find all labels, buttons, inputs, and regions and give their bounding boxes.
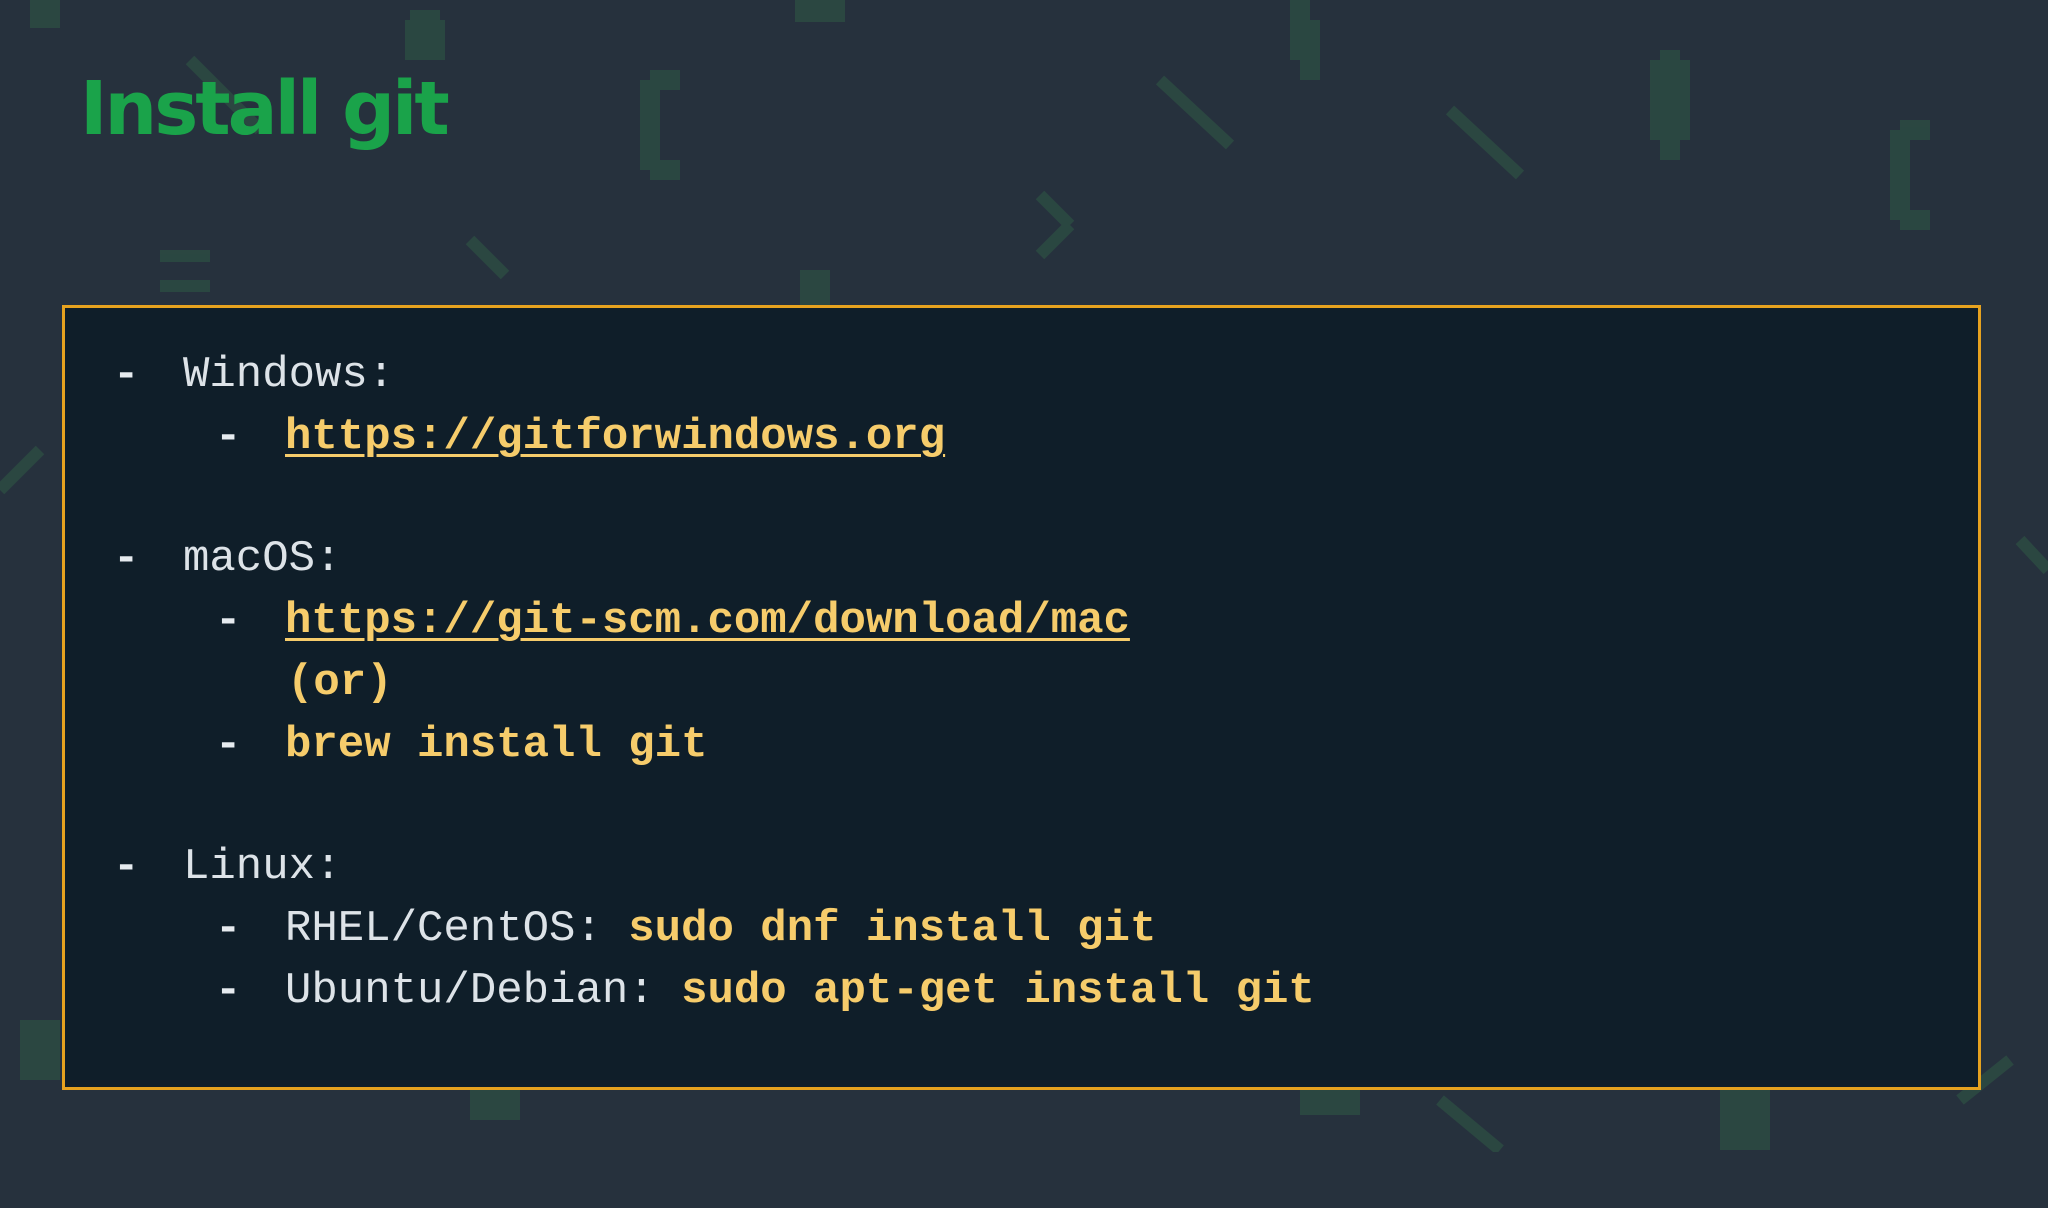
git-scm-mac-link[interactable]: https://git-scm.com/download/mac	[285, 590, 1130, 652]
macos-brew-item: - brew install git	[65, 714, 707, 776]
macos-item: - macOS:	[65, 528, 341, 590]
linux-item: - Linux:	[65, 836, 341, 898]
linux-rhel-item: - RHEL/CentOS: sudo dnf install git	[65, 898, 1156, 960]
bullet-dash: -	[113, 350, 140, 400]
ubuntu-label: Ubuntu/Debian:	[285, 966, 655, 1016]
bullet-dash: -	[215, 412, 242, 462]
brew-command: brew install git	[285, 720, 708, 770]
ubuntu-instruction: Ubuntu/Debian: sudo apt-get install git	[285, 960, 1315, 1022]
macos-link-item: - https://git-scm.com/download/mac	[65, 590, 1130, 652]
windows-item: - Windows:	[65, 344, 394, 406]
slide-title: Install git	[80, 66, 450, 152]
bullet-dash: -	[215, 966, 242, 1016]
install-instructions-panel: - Windows: - https://gitforwindows.org -…	[62, 305, 1981, 1090]
gitforwindows-link[interactable]: https://gitforwindows.org	[285, 406, 945, 468]
or-text: (or)	[287, 658, 393, 708]
bullet-dash: -	[113, 842, 140, 892]
bullet-dash: -	[215, 904, 242, 954]
linux-ubuntu-item: - Ubuntu/Debian: sudo apt-get install gi…	[65, 960, 1315, 1022]
windows-link-item: - https://gitforwindows.org	[65, 406, 945, 468]
rhel-instruction: RHEL/CentOS: sudo dnf install git	[285, 898, 1156, 960]
bullet-dash: -	[113, 534, 140, 584]
rhel-label: RHEL/CentOS:	[285, 904, 602, 954]
bullet-dash: -	[215, 596, 242, 646]
apt-get-command: sudo apt-get install git	[681, 966, 1315, 1016]
linux-label: Linux:	[183, 842, 342, 892]
dnf-command: sudo dnf install git	[628, 904, 1157, 954]
bullet-dash: -	[215, 720, 242, 770]
windows-label: Windows:	[183, 350, 395, 400]
macos-or-line: (or)	[65, 652, 393, 714]
macos-label: macOS:	[183, 534, 342, 584]
